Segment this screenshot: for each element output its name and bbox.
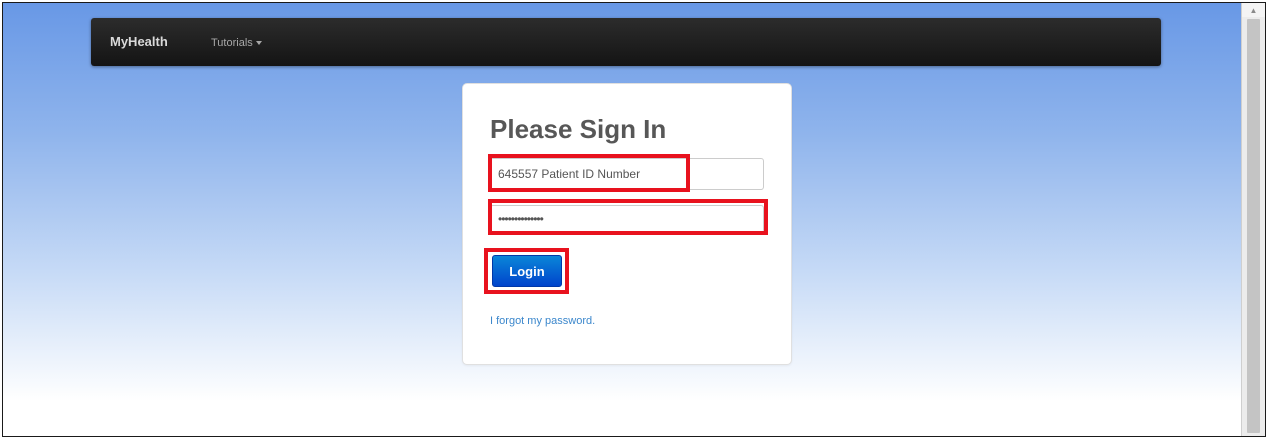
brand-link[interactable]: MyHealth	[110, 34, 168, 49]
login-button[interactable]: Login	[492, 255, 562, 287]
scroll-up-arrow-icon[interactable]: ▲	[1242, 3, 1265, 17]
browser-frame: MyHealth Tutorials Please Sign In Login …	[2, 2, 1266, 437]
caret-down-icon	[255, 41, 262, 45]
login-card: Please Sign In Login I forgot my passwor…	[462, 83, 792, 365]
page-title: Please Sign In	[490, 114, 667, 144]
top-navbar: MyHealth Tutorials	[91, 18, 1161, 66]
password-input[interactable]	[490, 205, 764, 233]
page-viewport: MyHealth Tutorials Please Sign In Login …	[3, 3, 1241, 436]
scrollbar-thumb[interactable]	[1247, 19, 1260, 433]
tutorials-dropdown[interactable]: Tutorials	[211, 37, 262, 49]
tutorials-label: Tutorials	[211, 37, 253, 49]
forgot-password-link[interactable]: I forgot my password.	[490, 315, 595, 327]
vertical-scrollbar[interactable]: ▲	[1241, 3, 1265, 436]
patient-id-input[interactable]	[490, 158, 764, 190]
